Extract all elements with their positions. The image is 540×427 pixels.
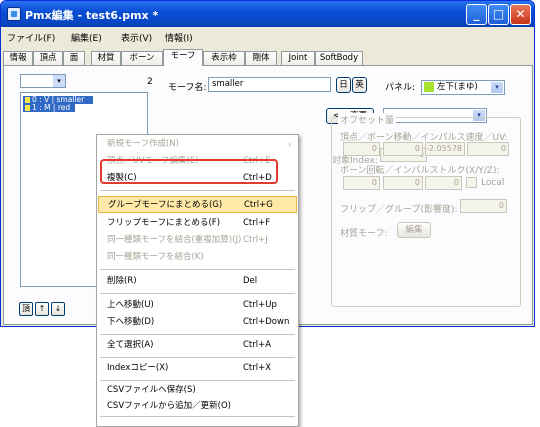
menu-copy-index[interactable]: Indexコピー(X) Ctrl+X: [98, 360, 297, 377]
menu-separator: [100, 269, 295, 270]
menu-separator: [100, 380, 295, 381]
menu-edit[interactable]: 編集(E): [71, 31, 102, 44]
rotate-offset-label: ボーン回転／インパルストルク(X/Y/Z):: [340, 166, 500, 176]
local-label: Local: [481, 178, 505, 188]
tab-rigid-body[interactable]: 剛体: [245, 51, 277, 66]
list-item[interactable]: 1 : M | red: [23, 104, 75, 112]
move-top-button[interactable]: 頂: [19, 302, 33, 316]
tab-bone[interactable]: ボーン: [121, 51, 163, 66]
menu-flip-morph[interactable]: フリップモーフにまとめる(F) Ctrl+F: [98, 215, 297, 232]
morph-count: 2: [147, 77, 153, 87]
tab-strip: 情報 頂点 面 材質 ボーン モーフ 表示枠 剛体 Joint SoftBody: [1, 49, 534, 66]
menu-new-morph[interactable]: 新規モーフ作成(N) ›: [98, 136, 297, 153]
menu-group-morph[interactable]: グループモーフにまとめる(G) Ctrl+G: [98, 196, 297, 213]
offset-y-input[interactable]: 0: [383, 142, 423, 156]
rotate-x-input[interactable]: 0: [343, 176, 380, 190]
menu-separator: [100, 357, 295, 358]
rotate-y-input[interactable]: 0: [383, 176, 423, 190]
offset-group: オフセット量 頂点／ボーン移動／インパルス速度／UV: 0 0 -2.05578…: [331, 113, 521, 307]
submenu-arrow-icon: ›: [288, 140, 292, 149]
maximize-button[interactable]: □: [488, 4, 509, 25]
japanese-name-button[interactable]: 日: [336, 77, 351, 93]
vertex-morph-icon: [25, 97, 30, 103]
tab-vertex[interactable]: 頂点: [33, 51, 63, 66]
context-menu-overflow: [96, 415, 299, 427]
close-button[interactable]: ✕: [510, 4, 531, 25]
offset-group-title: オフセット量: [338, 113, 397, 126]
offset-w-input[interactable]: 0: [467, 142, 509, 156]
menu-separator: [100, 293, 295, 294]
highlight-annotation: [100, 159, 278, 184]
chevron-down-icon: ▾: [53, 75, 65, 87]
morph-name-input[interactable]: smaller: [208, 77, 331, 92]
app-icon: [7, 7, 21, 21]
menu-merge-additive[interactable]: 同一種類モーフを結合(重複加算)(J) Ctrl+J: [98, 232, 297, 249]
material-morph-icon: [25, 105, 30, 111]
flip-label: フリップ／グループ(影響度):: [340, 205, 458, 215]
offset-z-input[interactable]: -2.05578: [425, 142, 465, 156]
morph-filter-combo[interactable]: ▾: [20, 74, 66, 88]
tab-joint[interactable]: Joint: [281, 51, 315, 66]
menu-move-up[interactable]: 上へ移動(U) Ctrl+Up: [98, 297, 297, 314]
menu-move-down[interactable]: 下へ移動(D) Ctrl+Down: [98, 314, 297, 331]
menu-view[interactable]: 表示(V): [121, 31, 152, 44]
chevron-down-icon: ▾: [491, 82, 503, 93]
tab-info[interactable]: 情報: [3, 51, 33, 66]
panel-select[interactable]: 左下(まゆ) ▾: [421, 80, 505, 95]
tab-softbody[interactable]: SoftBody: [315, 51, 363, 66]
morph-name-label: モーフ名:: [168, 83, 207, 93]
menu-bar: ファイル(F) 編集(E) 表示(V) 情報(I): [1, 28, 534, 46]
title-bar[interactable]: Pmx編集 - test6.pmx * _ □ ✕: [1, 1, 534, 27]
panel-color-swatch: [424, 82, 434, 92]
move-down-button[interactable]: ↓: [51, 302, 65, 316]
material-edit-button[interactable]: 編集: [397, 222, 431, 238]
offset-x-input[interactable]: 0: [343, 142, 380, 156]
move-up-button[interactable]: ↑: [35, 302, 49, 316]
english-name-button[interactable]: 英: [352, 77, 367, 93]
tab-display-frame[interactable]: 表示枠: [203, 51, 245, 66]
window-title: Pmx編集 - test6.pmx *: [25, 9, 159, 22]
menu-select-all[interactable]: 全て選択(A) Ctrl+A: [98, 337, 297, 354]
tab-face[interactable]: 面: [63, 51, 85, 66]
menu-info[interactable]: 情報(I): [165, 31, 193, 44]
menu-save-csv[interactable]: CSVファイルへ保存(S): [98, 382, 297, 399]
rotate-z-input[interactable]: 0: [425, 176, 462, 190]
menu-file[interactable]: ファイル(F): [7, 31, 55, 44]
local-checkbox[interactable]: [466, 177, 477, 188]
menu-load-csv[interactable]: CSVファイルから追加／更新(O): [98, 398, 297, 415]
menu-separator: [100, 190, 295, 191]
menu-delete[interactable]: 削除(R) Del: [98, 273, 297, 290]
minimize-button[interactable]: _: [466, 4, 487, 25]
flip-value-input[interactable]: 0: [460, 199, 507, 213]
menu-merge[interactable]: 同一種類モーフを結合(K): [98, 249, 297, 266]
material-morph-label: 材質モーフ:: [340, 229, 388, 239]
tab-material[interactable]: 材質: [91, 51, 121, 66]
menu-separator: [100, 334, 295, 335]
panel-label: パネル:: [385, 83, 416, 93]
tab-morph[interactable]: モーフ: [163, 49, 203, 66]
